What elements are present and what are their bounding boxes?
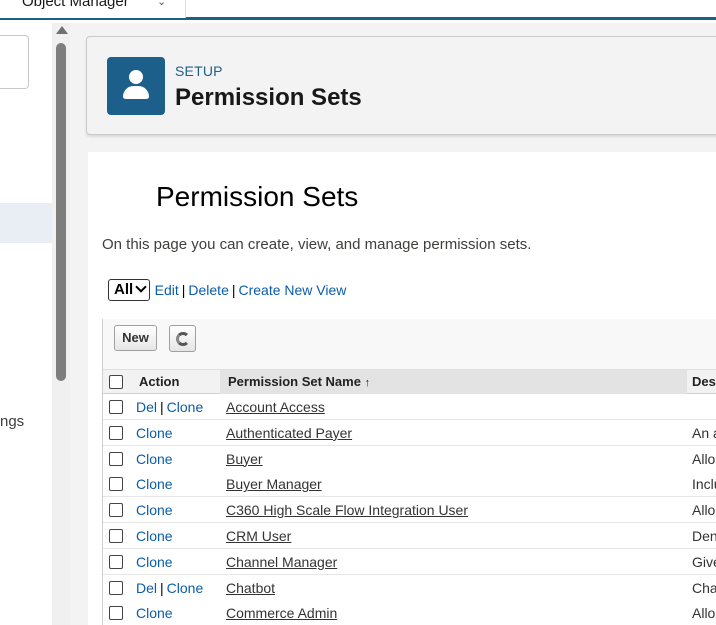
permission-set-name-link[interactable]: C360 High Scale Flow Integration User bbox=[226, 502, 468, 518]
permission-set-name-link[interactable]: Buyer bbox=[226, 451, 263, 467]
row-checkbox[interactable] bbox=[109, 554, 123, 569]
table-row: Clone CRM User Den bbox=[103, 523, 716, 549]
top-tab-bar: Object Manager ⌄ bbox=[0, 0, 716, 20]
select-all-checkbox[interactable] bbox=[109, 375, 123, 389]
row-actions: Clone bbox=[136, 502, 173, 518]
chevron-down-icon[interactable]: ⌄ bbox=[157, 0, 166, 10]
user-icon bbox=[107, 57, 165, 115]
create-new-view-link[interactable]: Create New View bbox=[239, 282, 347, 298]
row-checkbox[interactable] bbox=[109, 451, 123, 466]
edit-view-link[interactable]: Edit bbox=[155, 282, 179, 298]
scrollbar-thumb[interactable] bbox=[56, 43, 66, 381]
row-actions: Clone bbox=[136, 554, 173, 570]
sidebar-item-label[interactable]: ngs bbox=[0, 413, 24, 430]
row-checkbox[interactable] bbox=[109, 606, 123, 621]
list-view-bar: All Edit | Delete | Create New View bbox=[108, 279, 346, 303]
sidebar-scrollbar[interactable] bbox=[52, 23, 70, 625]
divider: | bbox=[231, 282, 236, 298]
column-header-action: Action bbox=[139, 374, 180, 389]
table-header: Action Permission Set Name ↑ Des bbox=[103, 369, 716, 394]
section-title: Permission Sets bbox=[156, 181, 359, 212]
permission-set-name-link[interactable]: Authenticated Payer bbox=[226, 425, 352, 441]
table-row: Clone C360 High Scale Flow Integration Us… bbox=[103, 497, 716, 524]
table-row: Clone Authenticated Payer An a bbox=[103, 419, 716, 446]
row-checkbox[interactable] bbox=[109, 400, 123, 414]
sidebar-item-selected[interactable] bbox=[0, 203, 52, 243]
permission-set-description: Allo bbox=[692, 605, 716, 622]
breadcrumb: SETUP bbox=[175, 63, 223, 79]
sort-ascending-icon: ↑ bbox=[364, 377, 371, 389]
clone-link[interactable]: Clone bbox=[136, 476, 173, 492]
column-header-description[interactable]: Des bbox=[692, 374, 716, 389]
chevron-down-icon bbox=[135, 281, 147, 293]
row-checkbox[interactable] bbox=[109, 529, 123, 543]
permission-set-name-link[interactable]: Buyer Manager bbox=[226, 476, 322, 492]
row-actions: Clone bbox=[136, 528, 173, 544]
new-button[interactable]: New bbox=[114, 325, 157, 351]
setup-sidebar: ngs bbox=[0, 23, 52, 625]
refresh-icon bbox=[176, 332, 190, 346]
permission-set-description: Cha bbox=[692, 579, 716, 596]
tab-label: Object Manager bbox=[22, 0, 129, 10]
row-actions: Clone bbox=[136, 476, 173, 492]
clone-link[interactable]: Clone bbox=[167, 580, 204, 596]
clone-link[interactable]: Clone bbox=[136, 502, 173, 518]
row-actions: Clone bbox=[136, 425, 173, 441]
scroll-up-arrow-icon[interactable] bbox=[56, 26, 68, 34]
permission-set-name-link[interactable]: Channel Manager bbox=[226, 554, 337, 570]
main-content-area: SETUP Permission Sets Permission Sets On… bbox=[70, 23, 716, 625]
divider: | bbox=[181, 282, 186, 298]
clone-link[interactable]: Clone bbox=[136, 451, 173, 467]
page-header: SETUP Permission Sets bbox=[86, 36, 716, 135]
permission-set-description: Den bbox=[692, 528, 716, 544]
quick-find-input[interactable] bbox=[0, 35, 29, 89]
permission-set-description: Allo bbox=[692, 450, 716, 467]
clone-link[interactable]: Clone bbox=[136, 605, 173, 621]
table-row: Del | Clone Chatbot Cha bbox=[103, 574, 716, 601]
row-checkbox[interactable] bbox=[109, 477, 123, 492]
refresh-button[interactable] bbox=[169, 325, 196, 352]
del-link[interactable]: Del bbox=[136, 399, 157, 415]
permission-set-description: Allo bbox=[692, 502, 716, 519]
table-row: Clone Commerce Admin Allo bbox=[103, 600, 716, 625]
tab-object-manager[interactable]: Object Manager ⌄ bbox=[0, 0, 186, 18]
row-actions: Del | Clone bbox=[136, 399, 203, 415]
content-panel: Permission Sets On this page you can cre… bbox=[88, 152, 716, 625]
divider: | bbox=[160, 399, 164, 415]
row-actions: Clone bbox=[136, 605, 173, 621]
column-header-name[interactable]: Permission Set Name ↑ bbox=[228, 374, 370, 389]
clone-link[interactable]: Clone bbox=[167, 399, 204, 415]
permission-set-name-link[interactable]: Account Access bbox=[226, 399, 325, 415]
delete-view-link[interactable]: Delete bbox=[188, 282, 228, 298]
permission-set-name-link[interactable]: Chatbot bbox=[226, 580, 275, 596]
permission-set-name-link[interactable]: Commerce Admin bbox=[226, 605, 337, 621]
table-row: Del | Clone Account Access bbox=[103, 394, 716, 420]
clone-link[interactable]: Clone bbox=[136, 554, 173, 570]
divider: | bbox=[160, 579, 164, 596]
row-actions: Del | Clone bbox=[136, 580, 203, 596]
del-link[interactable]: Del bbox=[136, 580, 157, 596]
table-row: Clone Channel Manager Give bbox=[103, 548, 716, 575]
permission-set-description: Give bbox=[692, 553, 716, 570]
section-description: On this page you can create, view, and m… bbox=[102, 236, 532, 253]
row-checkbox[interactable] bbox=[109, 503, 123, 518]
column-header-name-label: Permission Set Name bbox=[228, 374, 361, 389]
clone-link[interactable]: Clone bbox=[136, 528, 173, 544]
row-checkbox[interactable] bbox=[109, 580, 123, 595]
clone-link[interactable]: Clone bbox=[136, 425, 173, 441]
permission-set-description: An a bbox=[692, 424, 716, 441]
row-actions: Clone bbox=[136, 451, 173, 467]
row-checkbox[interactable] bbox=[109, 425, 123, 440]
page-title: Permission Sets bbox=[175, 84, 362, 111]
view-select[interactable]: All bbox=[108, 279, 151, 301]
table-row: Clone Buyer Manager Inclu bbox=[103, 471, 716, 498]
view-select-value: All bbox=[114, 281, 134, 298]
table-row: Clone Buyer Allo bbox=[103, 445, 716, 472]
permission-set-description: Inclu bbox=[692, 476, 716, 493]
permission-set-list: New Action Permission Set Name ↑ Des Del… bbox=[102, 319, 716, 625]
permission-set-name-link[interactable]: CRM User bbox=[226, 528, 291, 544]
